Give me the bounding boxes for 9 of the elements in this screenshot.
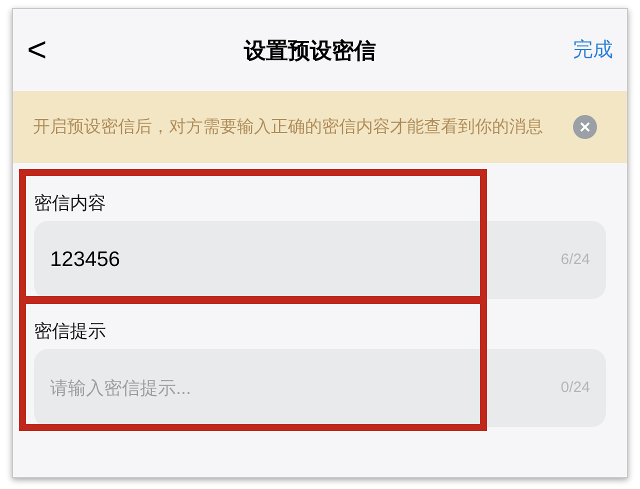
field-label: 密信内容 [34,192,107,215]
page-title: 设置预设密信 [244,36,376,64]
field-label: 密信提示 [34,320,107,343]
done-button[interactable]: 完成 [553,35,613,65]
close-icon[interactable] [573,115,597,139]
back-button[interactable]: < [27,33,67,67]
field-placeholder: 请输入密信提示... [50,376,192,400]
field-value: 123456 [50,247,122,274]
notice-text: 开启预设密信后，对方需要输入正确的密信内容才能查看到你的消息 [33,116,544,138]
